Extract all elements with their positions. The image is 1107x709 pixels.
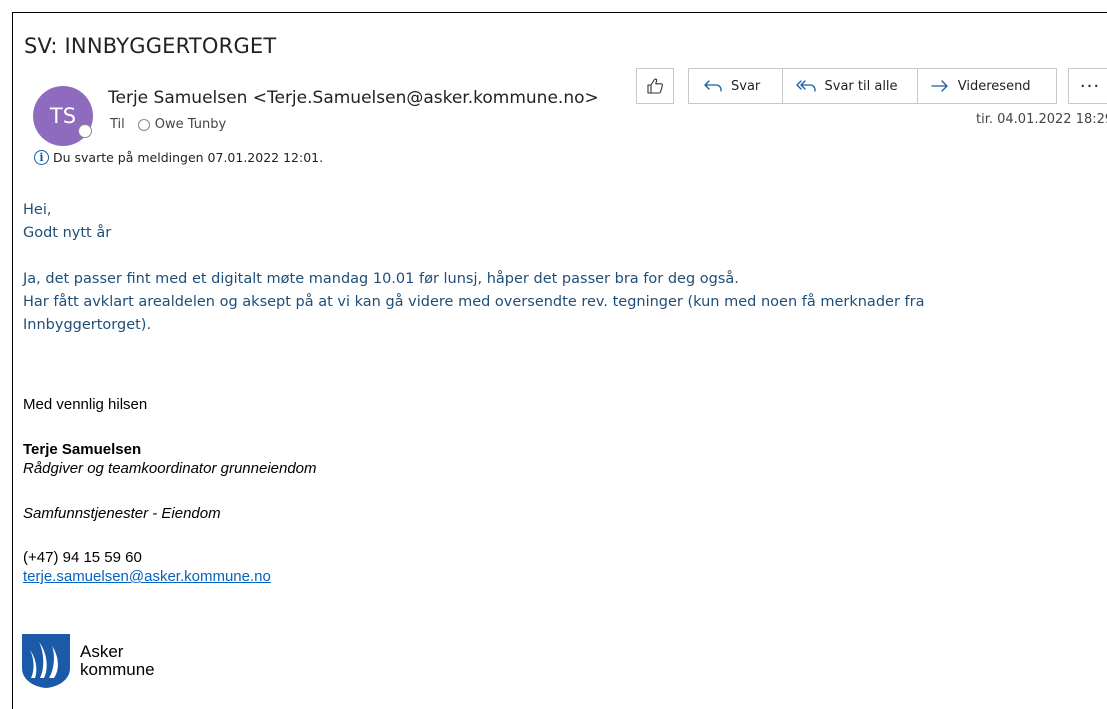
reply-all-button[interactable]: Svar til alle <box>781 69 917 103</box>
asker-kommune-logo: Asker kommune <box>22 634 155 688</box>
asker-logo-icon <box>22 634 70 688</box>
signature-title: Rådgiver og teamkoordinator grunneiendom <box>23 460 317 477</box>
recipients-row: Til Owe Tunby <box>110 117 226 132</box>
sent-date: tir. 04.01.2022 18:29 <box>976 112 1107 127</box>
more-dots-icon: ··· <box>1079 75 1101 97</box>
body-line-1: Ja, det passer fint med et digitalt møte… <box>23 271 739 287</box>
signature-department: Samfunnstjenester - Eiendom <box>23 505 221 522</box>
avatar-initials: TS <box>49 104 77 128</box>
email-subject: SV: INNBYGGERTORGET <box>24 34 277 58</box>
info-message: Du svarte på meldingen 07.01.2022 12:01. <box>53 150 324 165</box>
forward-arrow-icon <box>931 80 948 92</box>
signature-phone: (+47) 94 15 59 60 <box>23 549 142 566</box>
sender-name[interactable]: Terje Samuelsen <Terje.Samuelsen@asker.k… <box>108 88 599 108</box>
thumbs-up-icon <box>647 78 663 94</box>
info-banner: i Du svarte på meldingen 07.01.2022 12:0… <box>34 150 323 165</box>
presence-status-icon <box>78 124 92 138</box>
reply-all-icon <box>795 80 816 92</box>
body-line-3: Innbyggertorget). <box>23 317 152 333</box>
body-new-year: Godt nytt år <box>23 225 112 241</box>
logo-line-1: Asker <box>80 642 124 661</box>
logo-line-2: kommune <box>80 660 155 679</box>
forward-button[interactable]: Videresend <box>916 69 1056 103</box>
logo-text: Asker kommune <box>80 643 155 679</box>
info-icon: i <box>34 150 49 165</box>
reply-all-label: Svar til alle <box>824 78 898 94</box>
reply-icon <box>704 80 722 92</box>
more-actions-button[interactable]: ··· <box>1068 68 1107 104</box>
reply-toolbar: Svar Svar til alle Videresend <box>688 68 1057 104</box>
reply-label: Svar <box>731 78 761 94</box>
recipient-name[interactable]: Owe Tunby <box>155 117 226 132</box>
signature-name: Terje Samuelsen <box>23 441 142 458</box>
body-line-2: Har fått avklart arealdelen og aksept på… <box>23 294 925 310</box>
recipient-presence-icon <box>137 118 150 131</box>
body-greeting: Hei, <box>23 202 52 218</box>
signature-closing: Med vennlig hilsen <box>23 396 148 413</box>
reply-button[interactable]: Svar <box>689 69 782 103</box>
to-label: Til <box>110 117 125 132</box>
like-button[interactable] <box>636 68 674 104</box>
signature-email-link[interactable]: terje.samuelsen@asker.kommune.no <box>23 568 271 585</box>
forward-label: Videresend <box>957 78 1031 94</box>
